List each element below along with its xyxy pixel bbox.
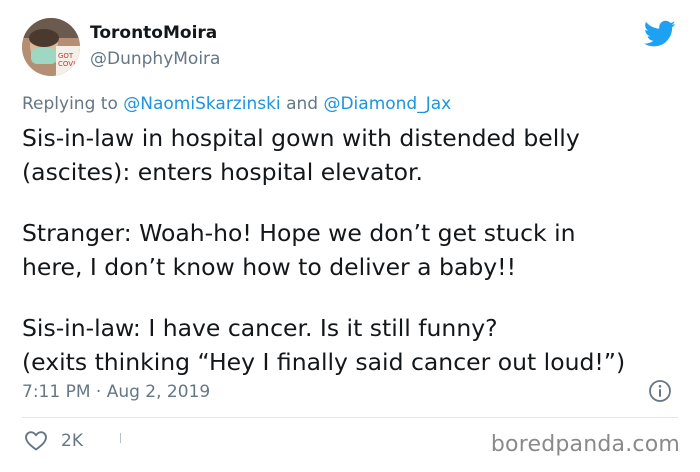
avatar-image: GOT COVI <box>22 18 80 76</box>
tweet-header: GOT COVI TorontoMoira @DunphyMoira <box>22 18 682 78</box>
svg-text:COVI: COVI <box>58 60 75 68</box>
mention-link[interactable]: @NaomiSkarzinski <box>123 94 280 114</box>
tweet-line: (exits thinking “Hey I finally said canc… <box>22 347 626 376</box>
tweet-text: Sis-in-law in hospital gown with distend… <box>22 122 682 379</box>
divider <box>22 417 678 418</box>
tweet-line: Sis-in-law in hospital gown with distend… <box>22 124 580 152</box>
replying-conjunction: and <box>286 94 319 114</box>
replying-prefix: Replying to <box>22 94 118 114</box>
tweet-line: (ascites): enters hospital elevator. <box>22 157 424 186</box>
tweet-timestamp[interactable]: 7:11 PM · Aug 2, 2019 <box>22 382 210 402</box>
heart-icon[interactable] <box>24 429 48 451</box>
info-icon[interactable] <box>648 379 672 403</box>
twitter-bird-icon[interactable] <box>644 20 676 48</box>
svg-text:GOT: GOT <box>58 52 74 60</box>
mention-link[interactable]: @Diamond_Jax <box>323 94 451 114</box>
tweet-line: Stranger: Woah-ho! Hope we don’t get stu… <box>22 219 576 247</box>
divider <box>120 433 121 443</box>
like-count: 2K <box>61 431 83 451</box>
replying-to: Replying to @NaomiSkarzinski and @Diamon… <box>22 94 451 114</box>
watermark-logo: boredpanda.com <box>490 432 680 457</box>
user-handle[interactable]: @DunphyMoira <box>90 49 220 69</box>
display-name[interactable]: TorontoMoira <box>90 23 217 43</box>
tweet-line: here, I don’t know how to deliver a baby… <box>22 252 517 281</box>
tweet-line: Sis-in-law: I have cancer. Is it still f… <box>22 314 498 342</box>
avatar[interactable]: GOT COVI <box>22 18 80 76</box>
